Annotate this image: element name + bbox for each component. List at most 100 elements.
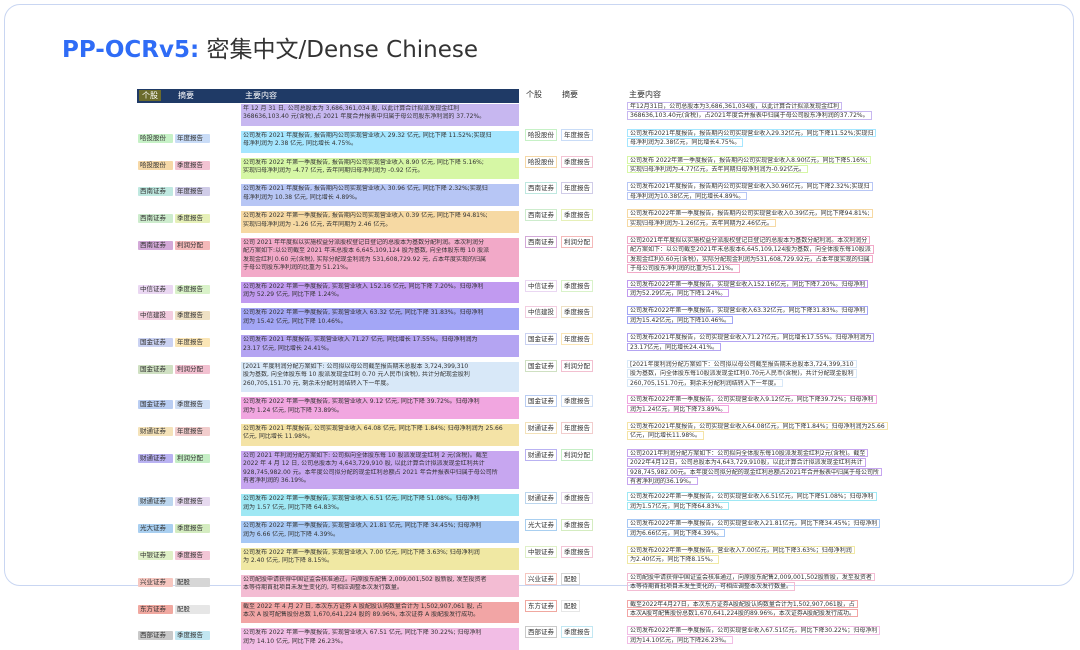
ocr-summary-cell: 配股 xyxy=(561,572,580,585)
ocr-text-line: 公司发布2021年度报告，公司实现营业收入71.27亿元，同比增长17.55%。… xyxy=(627,333,875,342)
ocr-stock-cell: 西南证券 xyxy=(525,209,557,222)
page-title: PP-OCRv5: 密集中文/Dense Chinese xyxy=(62,30,478,64)
image-content-line: 公司配股申请获得中国证监会核准通过。向原股东配售 2,009,001,502 股… xyxy=(243,575,487,583)
ocr-stock-cell: 东方证券 xyxy=(525,599,557,612)
ocr-text-line: 截至2022年4月27日，本次东方证券A股配股认购数量合计为1,502,907,… xyxy=(627,599,858,608)
ocr-text-block: 公司配股申请获得中国证监会核准通过，向原股东配售2,009,001,502股新股… xyxy=(627,572,909,592)
image-summary-tag: 季度报告 xyxy=(175,551,210,560)
ocr-stock-cell: 中信证券 xyxy=(525,279,557,292)
image-content-line: 公司发布 2022 年第一季度报告, 报告期内公司实现营业收入 0.39 亿元,… xyxy=(243,212,488,220)
ocr-summary-cell: 配股 xyxy=(561,599,580,612)
ocr-summary-cell: 季度报告 xyxy=(561,546,593,558)
image-stock-tag: 哈投股份 xyxy=(138,160,173,170)
image-row: 兴业证券 配股 公司配股申请获得中国证监会核准通过。向原股东配售 2,009,001… xyxy=(137,574,519,597)
image-content-line: 公司发布 2021 年度报告, 报告期内公司实现营业收入 30.96 亿元, 同… xyxy=(243,185,488,193)
image-content-block: 公司配股申请获得中国证监会核准通过。向原股东配售 2,009,001,502 股… xyxy=(241,574,519,597)
ocr-stock-row: 兴业证券 配股 xyxy=(525,569,617,591)
ocr-summary-cell: 年度报告 xyxy=(561,333,593,346)
image-content-line: 公司 2021 年利润分配方案如下: 公司拟向全体股东每 10 股派发现金红利 … xyxy=(243,451,488,459)
image-content-line: 公司发布 2022 年第一季度报告, 实现营业收入 21.81 亿元, 同比下降… xyxy=(243,522,482,530)
ocr-text-block: 公司发布2022年第一季度报告，营业收入7.00亿元，同比下降3.63%；归母净… xyxy=(627,546,909,565)
ocr-text-line: 股为基数，向全体股东每10股派发现金红利0.70元人民币(含税)，共计分配现金股… xyxy=(627,369,857,378)
image-content-line: 润为 14.10 亿元, 同比下降 26.23%。 xyxy=(243,637,347,645)
image-row: 西南证券 季度报告 公司发布 2022 年第一季度报告, 报告期内公司实现营业收入 … xyxy=(137,211,519,233)
ocr-text-line: 母净利润为10.38亿元，同比增长4.89%。 xyxy=(627,191,748,201)
image-summary-tag: 季度报告 xyxy=(175,631,210,641)
ocr-stock-row: 中信建投 季度报告 xyxy=(525,302,617,324)
ocr-text-block: 公司发布2022年第一季度报告，实现营业收入152.16亿元，同比下降7.20%… xyxy=(627,279,909,299)
image-stock-tag: 财通证券 xyxy=(138,497,173,507)
image-summary-tag: 季度报告 xyxy=(175,524,210,534)
image-row: 财通证券 季度报告 公司发布 2022 年第一季度报告, 实现营业收入 6.51 亿… xyxy=(137,494,519,517)
image-content-block: 公司发布 2022 年第一季度报告, 实现营业收入 6.51 亿元, 同比下降 … xyxy=(241,494,519,517)
ocr-summary-cell: 利润分配 xyxy=(561,448,593,461)
image-content-line: 公司 2021 年年度拟以实施权益分派股权登记日登记的总股本为基数分配利润。本次… xyxy=(243,239,485,246)
image-content-line: 本等待期首批项目未发生变化的, 可相应调整本次发行数量。 xyxy=(243,584,403,592)
image-stock-tag: 国金证券 xyxy=(138,400,173,410)
image-stock-tag: 哈投股份 xyxy=(138,133,173,143)
ocr-stock-columns: 个股 摘要 哈投股份 年度报告 哈投股份 季度报告 西南证券 年度报告 西南证券 季度报告 西南… xyxy=(525,89,617,639)
ocr-summary-cell: 季度报告 xyxy=(561,626,593,639)
image-content-line: 润为 1.57 亿元, 同比下降 64.83%。 xyxy=(243,503,343,511)
ocr-stock-cell: 西南证券 xyxy=(525,236,557,248)
ocr-summary-cell: 季度报告 xyxy=(561,306,593,319)
ocr-summary-cell: 利润分配 xyxy=(561,360,593,372)
image-content-line: 润为 6.66 亿元, 同比下降 4.39%。 xyxy=(243,530,339,538)
image-summary-tag: 利润分配 xyxy=(175,241,210,250)
ocr-stock-row: 中银证券 季度报告 xyxy=(525,542,617,564)
image-content-line: 润为 52.29 亿元, 同比下降 1.24%。 xyxy=(243,291,343,298)
image-row: 财通证券 年度报告 公司发布 2021 年度报告, 公司实现营业收入 64.08 亿… xyxy=(137,424,519,446)
ocr-text-block: 公司发布2022年第一季度报告，公司实现营业收入9.12亿元，同比下降39.72… xyxy=(627,395,909,414)
image-content-line: 润为 1.24 亿元, 同比下降 73.89%。 xyxy=(243,406,343,414)
ocr-stock-row: 国金证券 利润分配 xyxy=(525,356,617,386)
image-content-line: 260,705,151.70 元, 剩余未分配利润结转入下一年度。 xyxy=(243,379,393,387)
image-stock-tag: 国金证券 xyxy=(138,365,173,374)
image-stock-tag: 西南证券 xyxy=(138,187,173,197)
image-summary-tag: 年度报告 xyxy=(175,338,210,348)
image-content-line: 亿元, 同比增长 11.98%。 xyxy=(243,433,314,441)
image-content-block: 公司 2021 年利润分配方案如下: 公司拟向全体股东每 10 股派发现金红利 … xyxy=(241,450,519,490)
ocr-stock-row: 西南证券 年度报告 xyxy=(525,178,617,200)
ocr-stock-row: 财通证券 利润分配 xyxy=(525,445,617,484)
image-content-line: 本次 A 股可配售股份总数 1,670,641,224 股的 89.96%, 本… xyxy=(243,611,480,618)
ocr-stock-cell: 西南证券 xyxy=(525,182,557,195)
ocr-text-line: 润为6.66亿元，同比下降4.39%。 xyxy=(627,528,726,537)
ocr-stock-cell: 哈投股份 xyxy=(525,155,557,168)
ocr-header-col3: 主要内容 xyxy=(629,90,661,99)
ocr-text-line: 润为1.24亿元，同比下降73.89%。 xyxy=(627,404,730,413)
image-stock-tag: 东方证券 xyxy=(138,604,173,614)
image-content-line: 为 2.40 亿元, 同比下降 8.15%。 xyxy=(243,557,333,565)
ocr-stock-cell: 国金证券 xyxy=(525,395,557,408)
ocr-text-line: 公司发布2021年度报告，报告期内公司实现营业收入29.32亿元，同比下降11.… xyxy=(627,128,877,138)
ocr-stock-row: 哈投股份 年度报告 xyxy=(525,125,617,147)
title-brand: PP-OCRv5: xyxy=(62,37,200,63)
ocr-text-line: 为2.40亿元，同比下降8.15%。 xyxy=(627,555,720,564)
image-stock-tag: 西南证券 xyxy=(138,241,173,250)
ocr-text-line: 公司发布2022年第一季度报告，实现营业收入63.32亿元，同比下降31.83%… xyxy=(627,306,869,315)
image-content-line: 公司发布 2022 年第一季度报告, 实现营业收入 152.16 亿元, 同比下… xyxy=(243,282,484,290)
image-summary-tag: 季度报告 xyxy=(175,400,210,410)
ocr-stock-cell: 光大证券 xyxy=(525,519,557,532)
ocr-text-block: 公司发布2021年度报告，公司实现营业收入64.08亿元，同比下降1.84%；归… xyxy=(627,422,909,441)
ocr-text-line: 公司发布2022年第一季度报告，公司实现营业收入6.51亿元，同比下降51.08… xyxy=(627,492,877,501)
image-summary-tag: 利润分配 xyxy=(175,365,210,374)
image-content-line: 有者净利润的 36.19%。 xyxy=(243,477,310,485)
image-summary-tag: 配股 xyxy=(175,577,210,587)
ocr-text-line: 母净利润为2.38亿元，同比增长4.75%。 xyxy=(627,138,744,147)
ocr-text-block: 年12月31日，公司总股本为3,686,361,034股，以此计算合计拟派发现金… xyxy=(627,102,909,121)
ocr-text-line: 公司2021年利润分配方案如下：公司拟向全体股东每10股派发现金红利2元(含税)… xyxy=(627,448,869,458)
image-content-line: 公司发布 2022 年第一季度报告, 实现营业收入 9.12 亿元, 同比下降 … xyxy=(243,398,480,406)
ocr-text-block: 公司发布2022年第一季度报告，公司实现营业收入6.51亿元，同比下降51.08… xyxy=(627,492,909,511)
ocr-summary-cell: 季度报告 xyxy=(561,155,593,168)
image-content-line: 公司发布 2022 年第一季度报告, 实现营业收入 7.00 亿元, 同比下降 … xyxy=(243,549,480,556)
image-stock-tag: 光大证券 xyxy=(138,524,173,534)
image-row: 国金证券 年度报告 公司发布 2021 年度报告, 实现营业收入 71.27 亿元,… xyxy=(137,335,519,357)
ocr-stock-cell: 国金证券 xyxy=(525,333,557,346)
ocr-text-line: 公司发布 2022年第一季度报告，报告期内公司实现营业收入8.90亿元，同比下降… xyxy=(627,155,871,164)
ocr-stock-cell: 财通证券 xyxy=(525,492,557,505)
image-content-line: 配方案如下:以公司截至 2021 年末总股本 6,645,109,124 股为基… xyxy=(243,247,490,255)
ocr-text-block: 公司发布 2022年第一季度报告，报告期内公司实现营业收入8.90亿元，同比下降… xyxy=(627,155,909,175)
ocr-stock-row: 中信证券 季度报告 xyxy=(525,276,617,298)
ocr-stock-cell: 哈投股份 xyxy=(525,128,557,141)
image-summary-tag: 季度报告 xyxy=(175,497,210,507)
